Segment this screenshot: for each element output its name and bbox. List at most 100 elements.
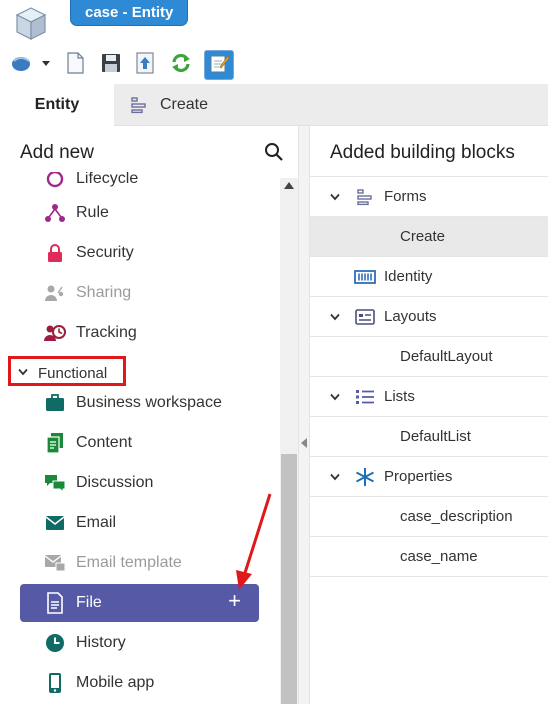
rule-icon [44, 202, 66, 224]
list-item-file[interactable]: File + [20, 584, 259, 622]
edit-icon [208, 52, 230, 79]
building-blocks-title: Added building blocks [330, 142, 515, 163]
list-item-email-template[interactable]: Email template [20, 546, 259, 580]
upload-button[interactable] [132, 51, 158, 79]
search-icon [264, 143, 284, 166]
list-item-content[interactable]: Content [20, 426, 259, 460]
search-button[interactable] [264, 142, 284, 162]
form-icon [130, 96, 148, 114]
tree-node-create[interactable]: Create [310, 217, 548, 257]
list-item-label: File [76, 594, 102, 611]
chevron-down-icon[interactable] [330, 470, 340, 484]
save-icon [101, 53, 121, 78]
add-file-button[interactable]: + [228, 590, 241, 612]
tree-node-label: Identity [384, 268, 433, 285]
tree-node-identity[interactable]: Identity [310, 257, 548, 297]
tree-node-case-name[interactable]: case_name [310, 537, 548, 577]
add-new-panel: Lifecycle Add new Rule Security Sharing … [0, 126, 298, 704]
chevron-down-icon[interactable] [330, 190, 340, 204]
list-item-discussion[interactable]: Discussion [20, 466, 259, 500]
lock-icon [44, 242, 66, 264]
tree-node-label: Forms [384, 188, 427, 205]
new-document-button[interactable] [62, 51, 88, 79]
save-dropdown-icon [8, 52, 52, 79]
tab-create[interactable]: Create [130, 84, 208, 126]
list-item-tracking[interactable]: Tracking [20, 316, 259, 350]
upload-icon [135, 51, 155, 79]
tree-node-label: case_description [400, 508, 513, 525]
list-item-label: Security [76, 244, 134, 261]
tab-entity-label: Entity [34, 96, 80, 113]
save-dropdown-button[interactable] [8, 52, 52, 78]
list-item-label: Mobile app [76, 674, 155, 691]
tree-node-lists[interactable]: Lists [310, 377, 548, 417]
tree-node-defaultlist[interactable]: DefaultList [310, 417, 548, 457]
list-item-email[interactable]: Email [20, 506, 259, 540]
new-document-icon [65, 51, 85, 79]
tree-node-label: Create [400, 228, 446, 245]
history-icon [44, 632, 66, 654]
list-item-label: Lifecycle [76, 170, 139, 187]
tree-node-label: Properties [384, 468, 453, 485]
highlight-box [8, 356, 126, 386]
email-template-icon [44, 552, 66, 574]
tracking-icon [44, 322, 66, 344]
forms-icon [354, 186, 376, 208]
list-item-label: Email template [76, 554, 182, 571]
panel-splitter[interactable] [298, 126, 310, 704]
window-title: case - Entity [70, 0, 189, 26]
scroll-up-icon[interactable] [284, 182, 294, 189]
tab-entity[interactable]: Entity [0, 84, 114, 126]
list-item-label: History [76, 634, 126, 651]
add-new-title: Add new [20, 142, 94, 163]
content-icon [44, 432, 66, 454]
list-item-label: Business workspace [76, 394, 222, 411]
email-icon [44, 512, 66, 534]
scrollbar-thumb[interactable] [281, 454, 297, 704]
properties-icon [354, 466, 376, 488]
chevron-down-icon[interactable] [330, 390, 340, 404]
list-item-label: Tracking [76, 324, 137, 341]
tree-node-properties[interactable]: Properties [310, 457, 548, 497]
save-button[interactable] [98, 52, 124, 78]
sharing-icon [44, 282, 66, 304]
tree-node-label: DefaultList [400, 428, 471, 445]
collapse-arrow-icon[interactable] [301, 438, 307, 448]
refresh-button[interactable] [168, 52, 194, 78]
list-item-label: Discussion [76, 474, 154, 491]
list-item-label: Rule [76, 204, 109, 221]
list-item-history[interactable]: History [20, 626, 259, 660]
identity-icon [354, 266, 376, 288]
layouts-icon [354, 306, 376, 328]
chevron-down-icon[interactable] [330, 310, 340, 324]
tree-node-layouts[interactable]: Layouts [310, 297, 548, 337]
edit-button[interactable] [204, 50, 234, 80]
list-item-security[interactable]: Security [20, 236, 259, 270]
lists-icon [354, 386, 376, 408]
list-item-label: Email [76, 514, 117, 531]
list-item-rule[interactable]: Rule [20, 196, 259, 230]
tab-bar: Entity Create [0, 84, 548, 126]
refresh-icon [170, 52, 192, 79]
tree-node-label: Lists [384, 388, 415, 405]
list-item-sharing[interactable]: Sharing [20, 276, 259, 310]
list-item-label: Content [76, 434, 133, 451]
list-item-business-workspace[interactable]: Business workspace [20, 386, 259, 420]
list-item-mobile-app[interactable]: Mobile app [20, 666, 259, 700]
tab-create-label: Create [160, 96, 209, 113]
list-item-label: Sharing [76, 284, 132, 301]
tree-node-label: DefaultLayout [400, 348, 493, 365]
title-bar: case - Entity [0, 0, 548, 48]
file-icon [44, 592, 66, 614]
tree-node-defaultlayout[interactable]: DefaultLayout [310, 337, 548, 377]
vertical-scrollbar[interactable] [280, 178, 298, 704]
cube-logo-icon [14, 6, 48, 42]
toolbar [0, 48, 548, 84]
tree-node-case-description[interactable]: case_description [310, 497, 548, 537]
mobile-icon [44, 672, 66, 694]
building-blocks-panel: Added building blocks Forms Create Ident… [310, 126, 548, 704]
discussion-icon [44, 472, 66, 494]
tree-node-label: case_name [400, 548, 478, 565]
tree-node-label: Layouts [384, 308, 437, 325]
tree-node-forms[interactable]: Forms [310, 177, 548, 217]
